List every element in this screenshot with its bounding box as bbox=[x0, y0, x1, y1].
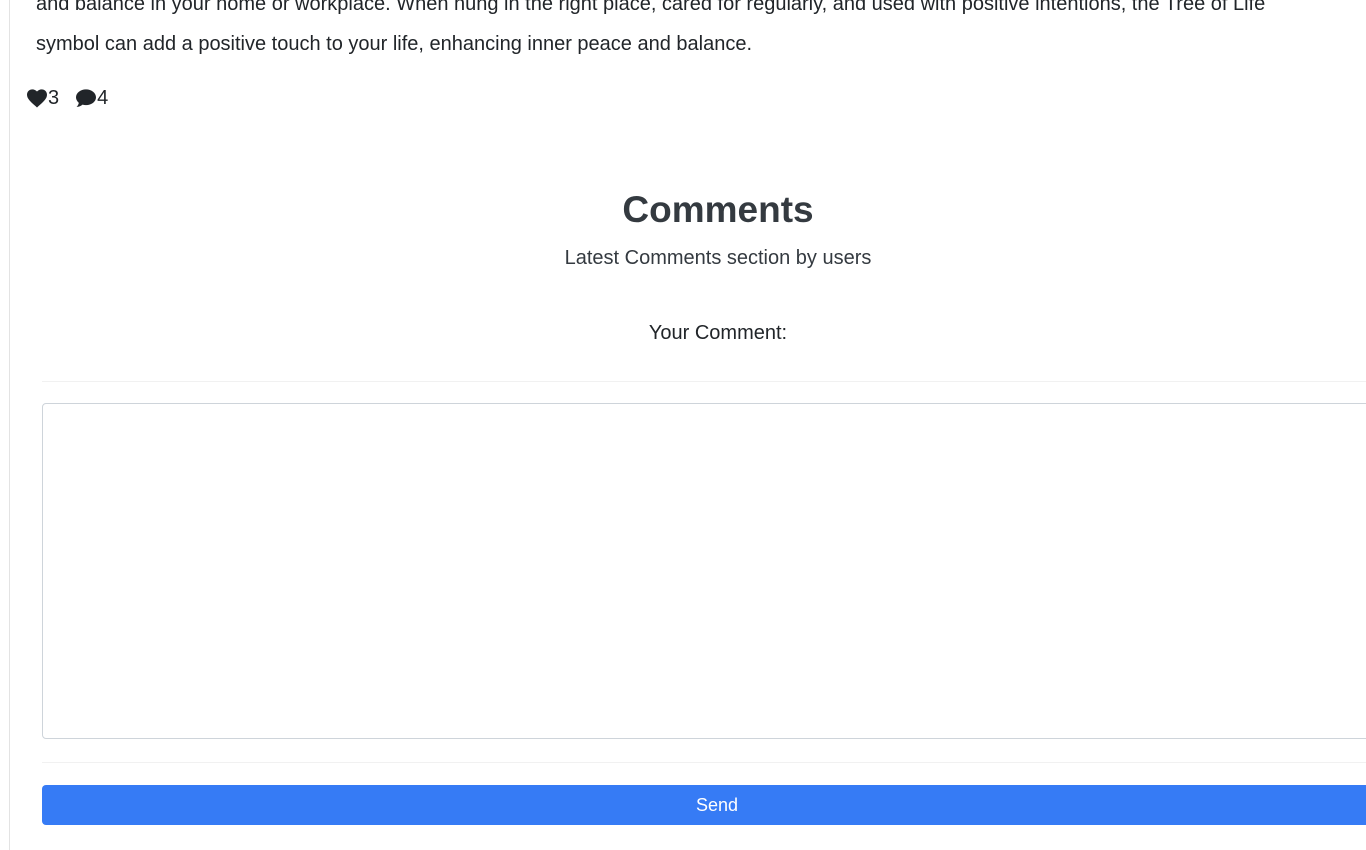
article-line: and balance in your home or workplace. W… bbox=[36, 0, 1266, 15]
comments-title: Comments bbox=[622, 189, 814, 230]
comment-textarea[interactable] bbox=[42, 403, 1366, 739]
article-text: and balance in your home or workplace. W… bbox=[36, 0, 1366, 64]
comments-toggle[interactable]: 4 bbox=[75, 87, 108, 110]
like-count: 3 bbox=[48, 86, 60, 109]
comment-count: 4 bbox=[97, 86, 109, 109]
divider bbox=[42, 762, 1366, 763]
page: and balance in your home or workplace. W… bbox=[0, 0, 1366, 850]
article-line: symbol can add a positive touch to your … bbox=[36, 33, 753, 55]
comment-icon bbox=[75, 88, 97, 108]
divider bbox=[42, 381, 1366, 382]
heart-icon bbox=[26, 88, 48, 108]
reactions-bar: 3 4 bbox=[26, 84, 108, 112]
left-border bbox=[9, 0, 10, 850]
comment-label: Your Comment: bbox=[648, 322, 788, 344]
comments-subtitle: Latest Comments section by users bbox=[564, 247, 872, 269]
like-button[interactable]: 3 bbox=[26, 87, 59, 110]
send-button[interactable]: Send bbox=[42, 785, 1366, 825]
